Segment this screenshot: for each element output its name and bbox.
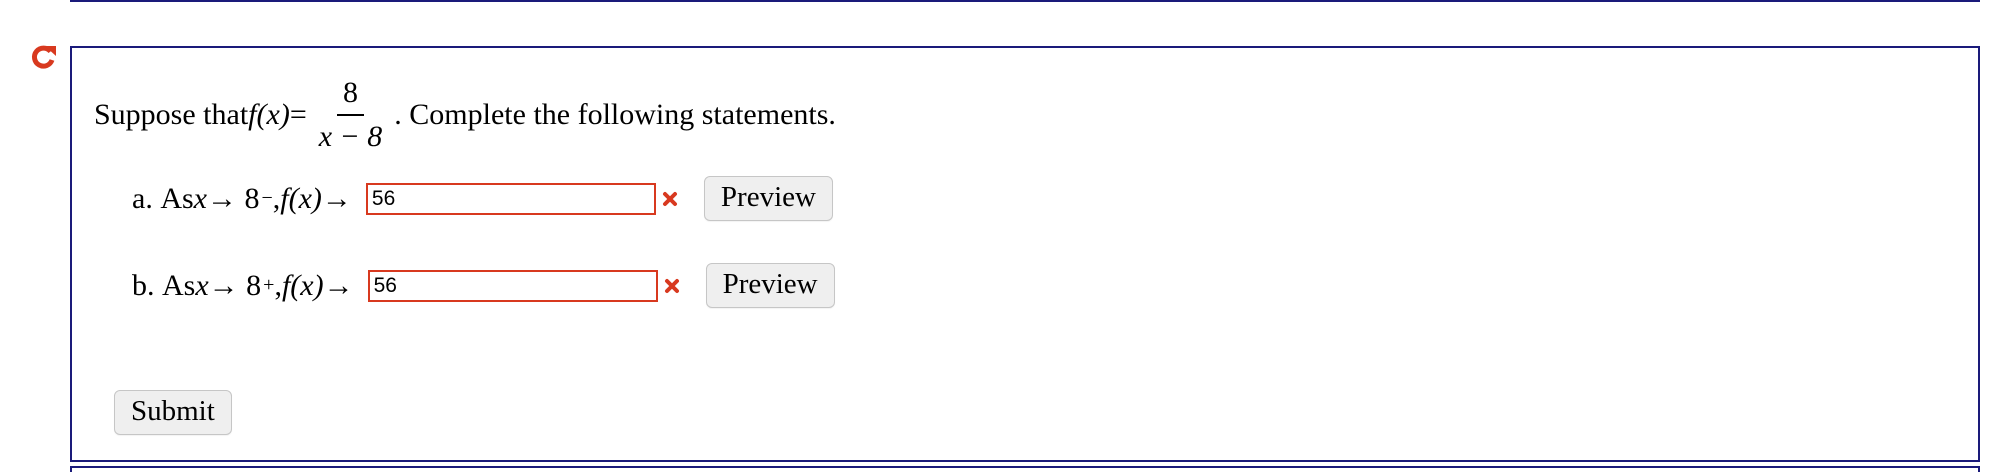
equals-sign: = xyxy=(289,98,307,131)
retry-icon[interactable] xyxy=(30,43,58,71)
fraction: 8 x − 8 xyxy=(313,76,389,154)
intro-suffix: . Complete the following statements. xyxy=(394,98,836,131)
part-a: a. As x → 8 − , f(x) → Preview xyxy=(132,176,833,221)
part-b-label: b. xyxy=(132,268,155,302)
part-a-func: f(x) xyxy=(280,181,322,215)
x-mark-icon xyxy=(662,191,677,206)
part-b-arrow: → xyxy=(323,268,354,302)
part-a-direction: − xyxy=(261,187,273,209)
part-b-var: x xyxy=(195,268,209,302)
submit-button[interactable]: Submit xyxy=(114,390,232,435)
part-b-comma: , xyxy=(274,268,282,302)
question-panel: Suppose that f(x) = 8 x − 8 . Complete t… xyxy=(70,46,1980,462)
part-b-answer-input[interactable] xyxy=(367,269,658,302)
problem-statement: Suppose that f(x) = 8 x − 8 . Complete t… xyxy=(94,76,836,154)
part-b: b. As x → 8 + , f(x) → Preview xyxy=(132,263,835,308)
previous-question-frame xyxy=(70,0,1980,2)
x-mark-icon xyxy=(664,278,679,293)
numerator: 8 xyxy=(337,76,365,116)
part-a-comma: , xyxy=(272,181,281,215)
part-b-limit: → 8 xyxy=(208,268,262,302)
part-a-as: As xyxy=(160,181,194,215)
part-a-answer-input[interactable] xyxy=(365,182,656,215)
part-a-var: x xyxy=(193,181,207,215)
part-b-preview-button[interactable]: Preview xyxy=(705,263,835,308)
denominator: x − 8 xyxy=(318,120,383,153)
function-name: f(x) xyxy=(248,98,290,131)
part-a-preview-button[interactable]: Preview xyxy=(703,176,833,221)
intro-prefix: Suppose that xyxy=(94,98,249,131)
part-b-as: As xyxy=(162,268,196,302)
part-a-arrow: → xyxy=(321,181,352,215)
part-b-direction: + xyxy=(263,274,275,296)
part-a-limit: → 8 xyxy=(207,181,260,215)
part-b-func: f(x) xyxy=(281,268,324,302)
part-a-label: a. xyxy=(132,181,153,215)
page: Suppose that f(x) = 8 x − 8 . Complete t… xyxy=(0,0,2000,472)
next-question-frame xyxy=(70,466,1980,472)
